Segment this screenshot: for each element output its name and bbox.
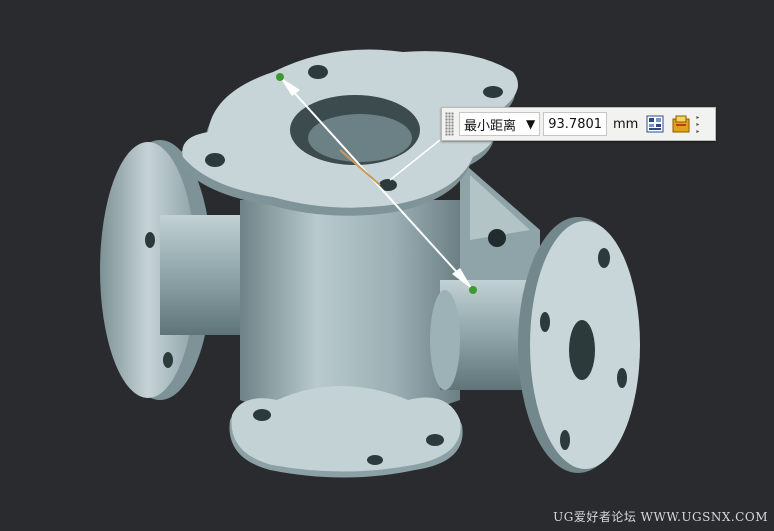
overflow-arrows-icon[interactable]: ▸ ▸ ▸ [696,112,704,136]
measure-point-start [276,73,284,81]
dropdown-arrow-icon: ▼ [526,117,536,131]
bore-hole [569,320,595,380]
unit-label: mm [613,116,639,132]
measure-mode-label: 最小距离 [464,118,517,134]
distance-value-field[interactable]: 93.7801 [543,112,608,136]
data-table-icon[interactable] [646,115,664,133]
warning-save-icon[interactable] [672,115,690,133]
drag-grip-icon[interactable] [445,112,454,136]
measure-mode-dropdown[interactable]: 最小距离 ▼ [459,112,541,136]
right-flange [518,217,640,473]
measure-point-end [469,286,477,294]
measure-distance-toolbar: 最小距离 ▼ 93.7801 mm ▸ ▸ ▸ [441,107,716,141]
forum-watermark: UG爱好者论坛 WWW.UGSNX.COM [553,510,768,524]
bottom-flange [229,386,463,478]
valve-body-model[interactable] [0,0,774,531]
graphics-viewport[interactable] [0,0,774,531]
rib-hole [488,229,506,247]
